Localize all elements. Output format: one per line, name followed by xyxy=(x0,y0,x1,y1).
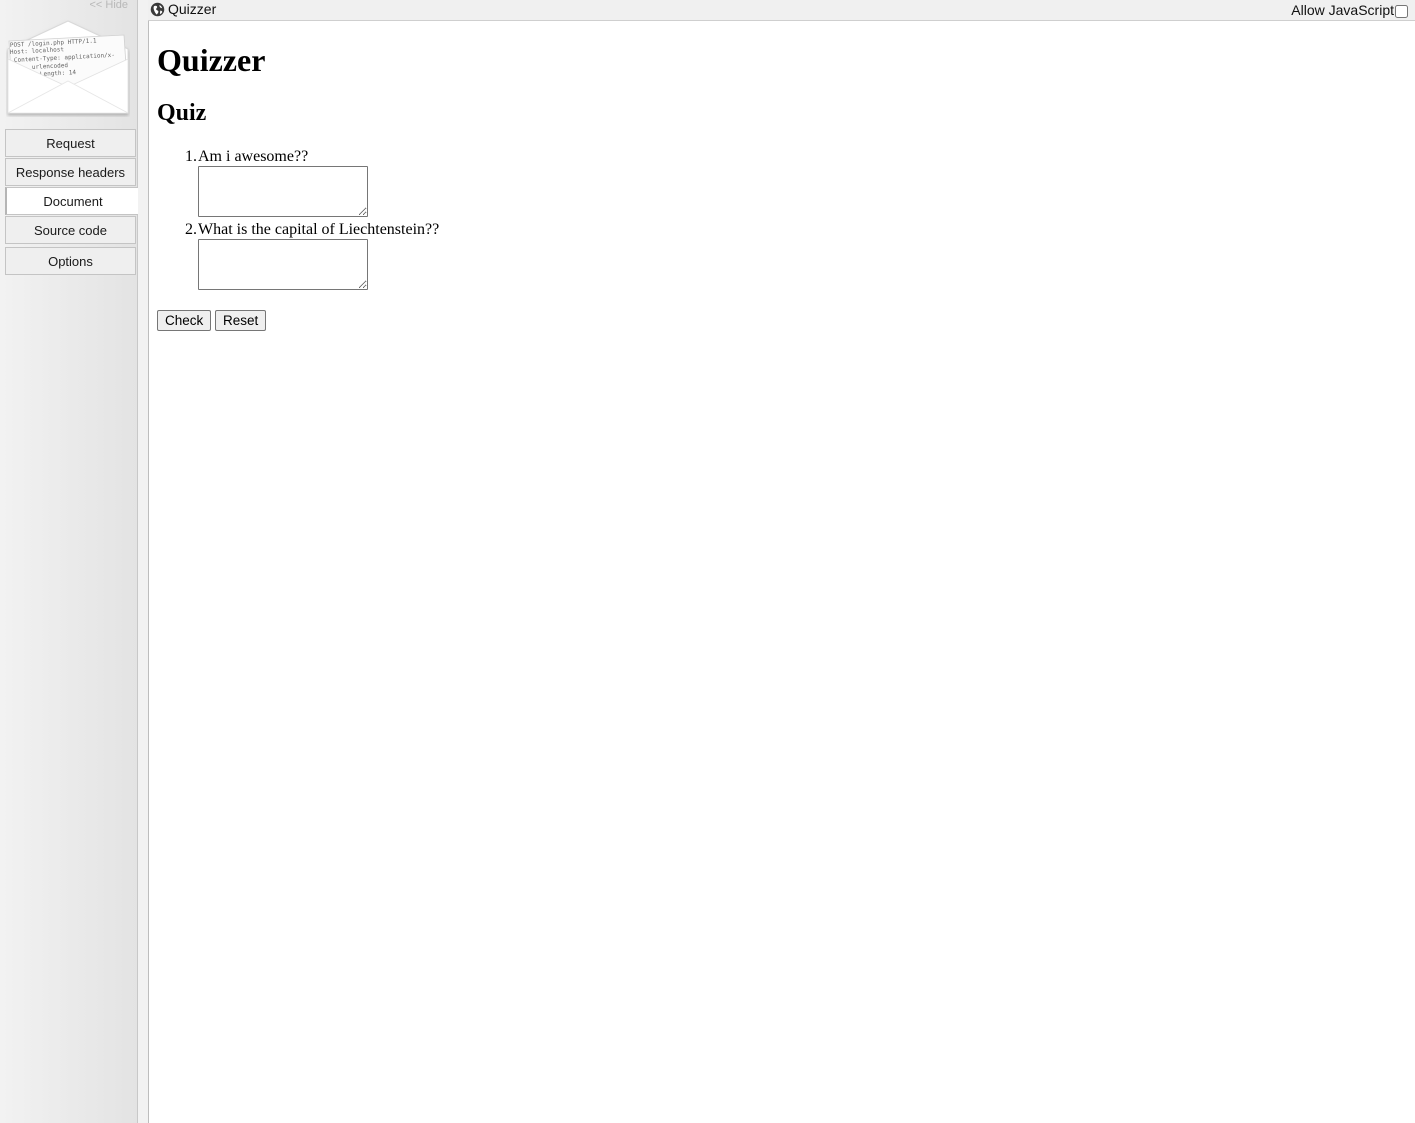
nav-document[interactable]: Document xyxy=(5,187,138,215)
question-number: 2. xyxy=(185,221,197,238)
reset-button[interactable]: Reset xyxy=(215,310,267,331)
document-view: Quizzer Quiz 1. Am i awesome?? 2. What i… xyxy=(148,21,1415,1123)
nav-request[interactable]: Request xyxy=(5,129,136,157)
check-button[interactable]: Check xyxy=(157,310,212,331)
question-text: What is the capital of Liechtenstein?? xyxy=(198,221,440,238)
allow-javascript-checkbox[interactable] xyxy=(1395,4,1408,18)
page-heading: Quizzer xyxy=(157,42,266,78)
quiz-heading: Quiz xyxy=(157,100,207,126)
nav-options[interactable]: Options xyxy=(5,247,136,275)
nav-response-headers[interactable]: Response headers xyxy=(5,158,136,186)
globe-icon xyxy=(150,2,165,17)
hide-sidebar-link[interactable]: << Hide xyxy=(89,0,128,11)
answer-textarea-1[interactable] xyxy=(198,166,368,217)
allow-javascript-toggle[interactable]: Allow JavaScript xyxy=(1291,0,1408,20)
question-number: 1. xyxy=(185,148,197,165)
question-text: Am i awesome?? xyxy=(198,148,309,165)
nav-source-code[interactable]: Source code xyxy=(5,216,136,244)
envelope-logo: POST /login.php HTTP/1.1 Host: localhost… xyxy=(7,20,129,114)
page-title: Quizzer xyxy=(168,1,217,17)
sidebar-divider xyxy=(138,0,148,1123)
sidebar: << Hide POST /login.php HTTP/1.1 Host: l… xyxy=(0,0,138,1123)
allow-javascript-label: Allow JavaScript xyxy=(1291,2,1394,18)
document-titlebar: Quizzer Allow JavaScript xyxy=(148,0,1415,21)
answer-textarea-2[interactable] xyxy=(198,239,368,290)
